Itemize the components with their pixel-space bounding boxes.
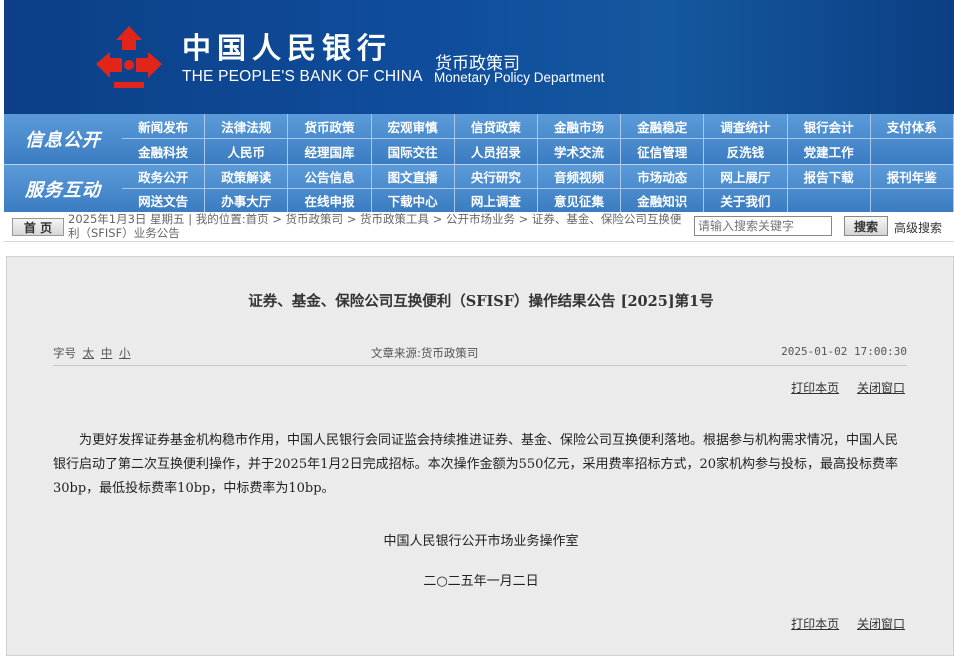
info-nav-item[interactable]: 调查统计 <box>704 114 788 139</box>
info-nav-item[interactable]: 金融稳定 <box>621 114 705 139</box>
info-nav-item[interactable]: 经理国库 <box>288 139 372 164</box>
article-title: 证券、基金、保险公司互换便利（SFISF）操作结果公告 [2025]第1号 <box>248 293 714 310</box>
department-name-en: Monetary Policy Department <box>434 70 605 85</box>
close-window-link[interactable]: 关闭窗口 <box>857 617 905 631</box>
info-nav-item[interactable]: 反洗钱 <box>704 139 788 164</box>
service-nav-item[interactable]: 政策解读 <box>205 165 289 189</box>
info-nav-item[interactable]: 银行会计 <box>787 114 871 139</box>
info-nav-item[interactable]: 党建工作 <box>788 139 871 164</box>
advanced-search-link[interactable]: 高级搜索 <box>894 219 942 236</box>
service-nav-grid: 政务公开 政策解读 公告信息 图文直播 央行研究 音频视频 市场动态 网上展厅 报告下载 报刊年鉴… <box>122 165 954 212</box>
info-nav-item[interactable]: 新闻发布 <box>122 114 206 139</box>
close-window-link[interactable]: 关闭窗口 <box>857 381 905 395</box>
article-sign-date: 二○二五年一月二日 <box>423 574 539 589</box>
home-button[interactable]: 首 页 <box>12 218 64 236</box>
search-input[interactable] <box>694 216 832 236</box>
font-size-medium-link[interactable]: 中 <box>101 346 113 360</box>
info-nav-item[interactable]: 法律法规 <box>205 114 289 139</box>
service-nav-item[interactable]: 意见征集 <box>538 188 622 212</box>
article-tools-top: 打印本页 关闭窗口 <box>777 379 905 396</box>
info-nav-item[interactable]: 人民币 <box>205 139 289 164</box>
font-size-label: 字号 <box>53 346 76 360</box>
info-nav-item[interactable]: 宏观审慎 <box>371 114 455 139</box>
info-nav-item[interactable]: 信贷政策 <box>454 114 538 139</box>
service-nav-item[interactable]: 市场动态 <box>621 165 705 189</box>
info-nav-item[interactable]: 金融市场 <box>537 114 622 139</box>
info-nav-item[interactable]: 学术交流 <box>538 139 622 164</box>
info-nav-item[interactable]: 支付体系 <box>870 114 954 139</box>
article-tools-bottom: 打印本页 关闭窗口 <box>777 615 905 632</box>
pboc-logo-icon <box>96 26 162 88</box>
font-size-large-link[interactable]: 太 <box>83 346 95 360</box>
service-interaction-title: 服务互动 <box>25 179 101 201</box>
print-page-link[interactable]: 打印本页 <box>791 617 839 631</box>
article-signer: 中国人民银行公开市场业务操作室 <box>383 534 579 549</box>
service-nav-item[interactable]: 办事大厅 <box>205 188 289 212</box>
service-nav-item[interactable]: 下载中心 <box>372 188 455 212</box>
info-nav-item[interactable]: 人员招录 <box>455 139 538 164</box>
divider <box>53 365 907 366</box>
service-nav-item[interactable]: 图文直播 <box>371 165 455 189</box>
service-nav-item[interactable]: 关于我们 <box>704 188 788 212</box>
service-nav-item[interactable]: 音频视频 <box>537 165 622 189</box>
print-page-link[interactable]: 打印本页 <box>791 381 839 395</box>
article-panel: 证券、基金、保险公司互换便利（SFISF）操作结果公告 [2025]第1号 字号… <box>6 256 954 656</box>
font-size-controls: 字号 太 中 小 <box>53 345 130 361</box>
service-nav-item[interactable]: 报告下载 <box>787 165 871 189</box>
header-banner: 中国人民银行 THE PEOPLE'S BANK OF CHINA 货币政策司 … <box>4 0 954 114</box>
service-nav-item <box>871 188 954 212</box>
info-nav-item <box>871 139 954 164</box>
info-disclosure-title: 信息公开 <box>25 130 101 151</box>
breadcrumb-bar: 首 页 2025年1月3日 星期五 | 我的位置:首页 > 货币政策司 > 货币… <box>4 212 954 242</box>
service-nav-item[interactable]: 央行研究 <box>454 165 538 189</box>
service-nav-item[interactable]: 网上展厅 <box>704 165 788 189</box>
article-body: 为更好发挥证券基金机构稳市作用，中国人民银行会同证监会持续推进证券、基金、保险公… <box>53 433 899 496</box>
info-nav-item[interactable]: 金融科技 <box>122 139 206 164</box>
service-nav-item <box>788 188 871 212</box>
bank-name-cn: 中国人民银行 <box>182 31 393 65</box>
service-nav-item[interactable]: 金融知识 <box>621 188 705 212</box>
bank-name-en: THE PEOPLE'S BANK OF CHINA <box>182 68 423 85</box>
info-disclosure-nav: 信息公开 新闻发布 法律法规 货币政策 宏观审慎 信贷政策 金融市场 金融稳定 调查统计 银行会… <box>4 114 954 164</box>
info-nav-item[interactable]: 货币政策 <box>288 114 372 139</box>
search-button[interactable]: 搜索 <box>844 216 888 236</box>
breadcrumb: 2025年1月3日 星期五 | 我的位置:首页 > 货币政策司 > 货币政策工具… <box>68 212 682 240</box>
article-meta: 字号 太 中 小 文章来源:货币政策司 2025-01-02 17:00:30 <box>53 345 907 361</box>
service-nav-item[interactable]: 政务公开 <box>122 165 206 189</box>
article-source: 文章来源:货币政策司 <box>371 346 479 360</box>
service-nav-item[interactable]: 在线申报 <box>288 188 372 212</box>
service-nav-item[interactable]: 网上调查 <box>455 188 538 212</box>
service-nav-item[interactable]: 网送文告 <box>122 188 206 212</box>
service-nav-item[interactable]: 报刊年鉴 <box>870 165 954 189</box>
service-interaction-nav: 服务互动 政务公开 政策解读 公告信息 图文直播 央行研究 音频视频 市场动态 网上展厅 报告下… <box>4 164 954 212</box>
service-nav-item[interactable]: 公告信息 <box>288 165 372 189</box>
info-nav-item[interactable]: 国际交往 <box>372 139 455 164</box>
font-size-small-link[interactable]: 小 <box>119 346 131 360</box>
article-date: 2025-01-02 17:00:30 <box>781 345 907 358</box>
info-nav-item[interactable]: 征信管理 <box>621 139 705 164</box>
info-nav-grid: 新闻发布 法律法规 货币政策 宏观审慎 信贷政策 金融市场 金融稳定 调查统计 银行会计 支付体系… <box>122 114 954 164</box>
